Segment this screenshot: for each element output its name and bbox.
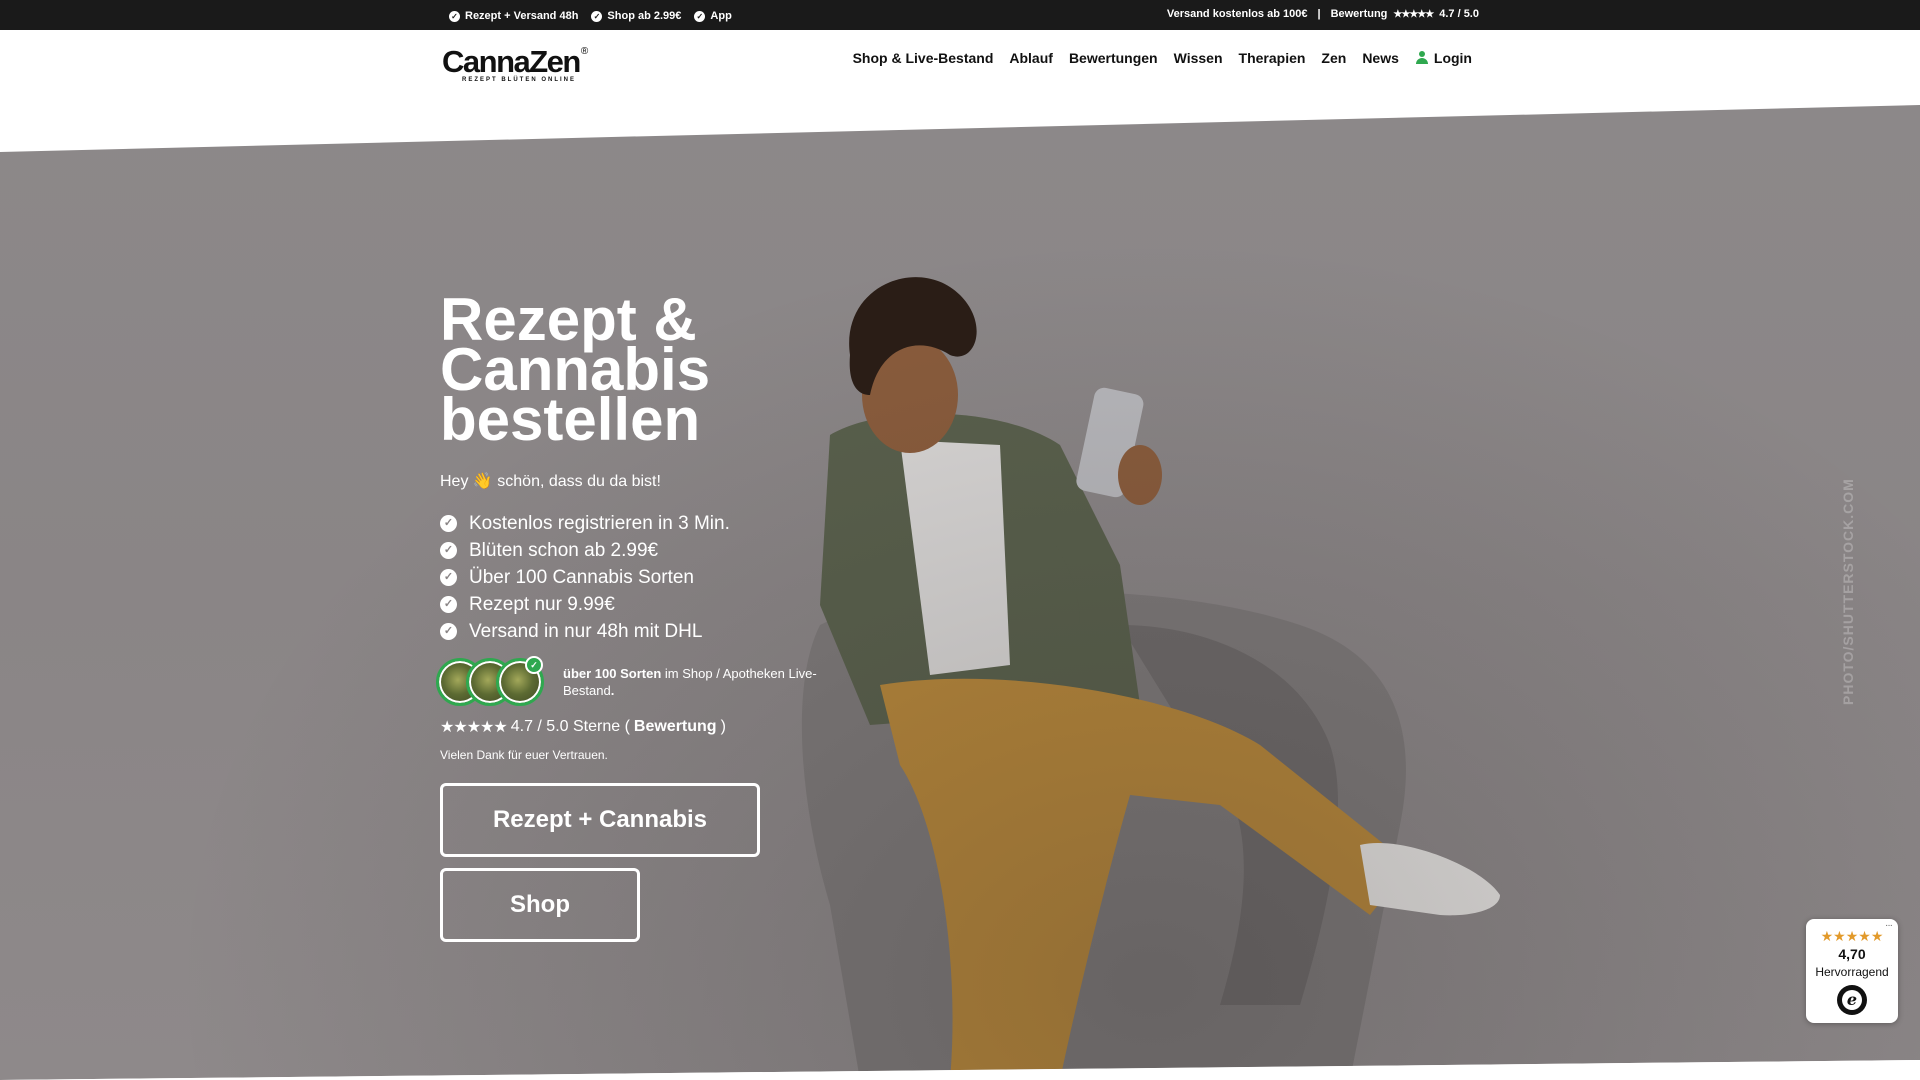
hero-rating: ★★★★★ 4.7 / 5.0 Sterne (Bewertung) bbox=[440, 717, 726, 737]
feature-label: Über 100 Cannabis Sorten bbox=[469, 566, 694, 588]
topbar-usp-shop: ✓ Shop ab 2.99€ bbox=[591, 10, 681, 22]
feature-item: ✓ Blüten schon ab 2.99€ bbox=[440, 537, 730, 564]
trust-seal-letter: e bbox=[1842, 990, 1862, 1010]
topbar-usp-label: Rezept + Versand 48h bbox=[465, 10, 579, 22]
logo-name: CannaZen bbox=[442, 44, 581, 79]
feature-item: ✓ Kostenlos registrieren in 3 Min. bbox=[440, 510, 730, 537]
nav-item-shop[interactable]: Shop & Live-Bestand bbox=[853, 50, 994, 66]
logo-registered-mark: ® bbox=[580, 46, 589, 57]
nav-item-ablauf[interactable]: Ablauf bbox=[1009, 50, 1053, 66]
nav-item-therapien[interactable]: Therapien bbox=[1239, 50, 1306, 66]
feature-item: ✓ Rezept nur 9.99€ bbox=[440, 591, 730, 618]
logo[interactable]: CannaZen® REZEPT BLÜTEN ONLINE bbox=[442, 44, 588, 83]
hero-section: Rezept & Cannabis bestellen Hey 👋 schön,… bbox=[0, 105, 1920, 1080]
hero-title-line: bestellen bbox=[440, 386, 701, 453]
login-link[interactable]: Login bbox=[1415, 50, 1472, 66]
rating-text: 4.7 / 5.0 Sterne ( bbox=[510, 718, 630, 735]
topbar-rating-value: 4.7 / 5.0 bbox=[1439, 8, 1479, 20]
nav-item-zen[interactable]: Zen bbox=[1321, 50, 1346, 66]
check-circle-icon: ✓ bbox=[440, 542, 457, 559]
topbar-right: Versand kostenlos ab 100€ | Bewertung ★★… bbox=[1167, 8, 1479, 20]
star-icons: ★★★★★ bbox=[440, 719, 508, 736]
rating-close: ) bbox=[720, 718, 726, 735]
check-icon: ✓ bbox=[449, 10, 460, 22]
feature-list: ✓ Kostenlos registrieren in 3 Min. ✓ Blüte… bbox=[440, 510, 730, 645]
check-icon: ✓ bbox=[591, 10, 603, 22]
trust-badge[interactable]: ··· ★★★★★ 4,70 Hervorragend e bbox=[1806, 919, 1898, 1023]
strain-count-end: . bbox=[610, 683, 615, 698]
site-header: CannaZen® REZEPT BLÜTEN ONLINE Shop & Li… bbox=[0, 30, 1920, 120]
topbar-usp-label[interactable]: App bbox=[710, 10, 731, 22]
hero-overlay bbox=[0, 105, 1920, 1080]
topbar-usp-rezept: ✓ Rezept + Versand 48h bbox=[449, 10, 578, 22]
check-icon: ✓ bbox=[694, 10, 706, 22]
check-circle-icon: ✓ bbox=[440, 569, 457, 586]
check-circle-icon: ✓ bbox=[440, 515, 457, 532]
rezept-cannabis-button[interactable]: Rezept + Cannabis bbox=[440, 783, 760, 857]
hero-greeting: Hey 👋 schön, dass du da bist! bbox=[440, 473, 661, 490]
topbar-usp-label: Shop ab 2.99€ bbox=[607, 10, 682, 22]
check-circle-icon: ✓ bbox=[440, 623, 457, 640]
trust-score: 4,70 bbox=[1838, 946, 1866, 962]
rating-link[interactable]: Bewertung bbox=[634, 718, 717, 736]
feature-item: ✓ Versand in nur 48h mit DHL bbox=[440, 618, 730, 645]
photo-watermark: PHOTO/SHUTTERSTOCK.COM bbox=[1840, 478, 1856, 705]
shipping-info: Versand kostenlos ab 100€ bbox=[1166, 8, 1308, 20]
feature-label: Blüten schon ab 2.99€ bbox=[469, 539, 659, 561]
nav-item-wissen[interactable]: Wissen bbox=[1174, 50, 1223, 66]
check-circle-icon: ✓ bbox=[440, 596, 457, 613]
topbar-usp-list: ✓ Rezept + Versand 48h ✓ Shop ab 2.99€ ✓… bbox=[449, 10, 732, 22]
strain-avatars: ✓ bbox=[436, 656, 548, 708]
feature-label: Kostenlos registrieren in 3 Min. bbox=[469, 512, 730, 534]
trust-seal-icon: e bbox=[1837, 985, 1867, 1015]
hero-title: Rezept & Cannabis bestellen bbox=[440, 290, 840, 453]
shop-button[interactable]: Shop bbox=[440, 868, 640, 942]
feature-label: Versand in nur 48h mit DHL bbox=[469, 620, 703, 642]
nav-item-news[interactable]: News bbox=[1362, 50, 1399, 66]
trust-label: Hervorragend bbox=[1815, 965, 1889, 979]
topbar-usp-app[interactable]: ✓ App bbox=[694, 10, 732, 22]
logo-tagline: REZEPT BLÜTEN ONLINE bbox=[462, 77, 577, 83]
star-icons: ★★★★★ bbox=[1393, 8, 1434, 20]
feature-item: ✓ Über 100 Cannabis Sorten bbox=[440, 564, 730, 591]
nav-item-bewertungen[interactable]: Bewertungen bbox=[1069, 50, 1158, 66]
topbar-rating-link[interactable]: Bewertung bbox=[1331, 8, 1388, 20]
verified-check-icon: ✓ bbox=[525, 656, 543, 674]
strain-count-text: über 100 Sorten im Shop / Apotheken Live… bbox=[563, 665, 823, 699]
login-label: Login bbox=[1433, 50, 1472, 66]
badge-menu-icon[interactable]: ··· bbox=[1885, 920, 1893, 931]
feature-label: Rezept nur 9.99€ bbox=[469, 593, 615, 615]
user-icon bbox=[1415, 51, 1429, 65]
top-info-bar: ✓ Rezept + Versand 48h ✓ Shop ab 2.99€ ✓… bbox=[0, 0, 1920, 30]
thanks-text: Vielen Dank für euer Vertrauen. bbox=[440, 748, 608, 762]
separator: | bbox=[1317, 8, 1321, 20]
strain-count-bold: über 100 Sorten bbox=[563, 666, 662, 681]
main-nav: Shop & Live-Bestand Ablauf Bewertungen W… bbox=[853, 50, 1472, 66]
